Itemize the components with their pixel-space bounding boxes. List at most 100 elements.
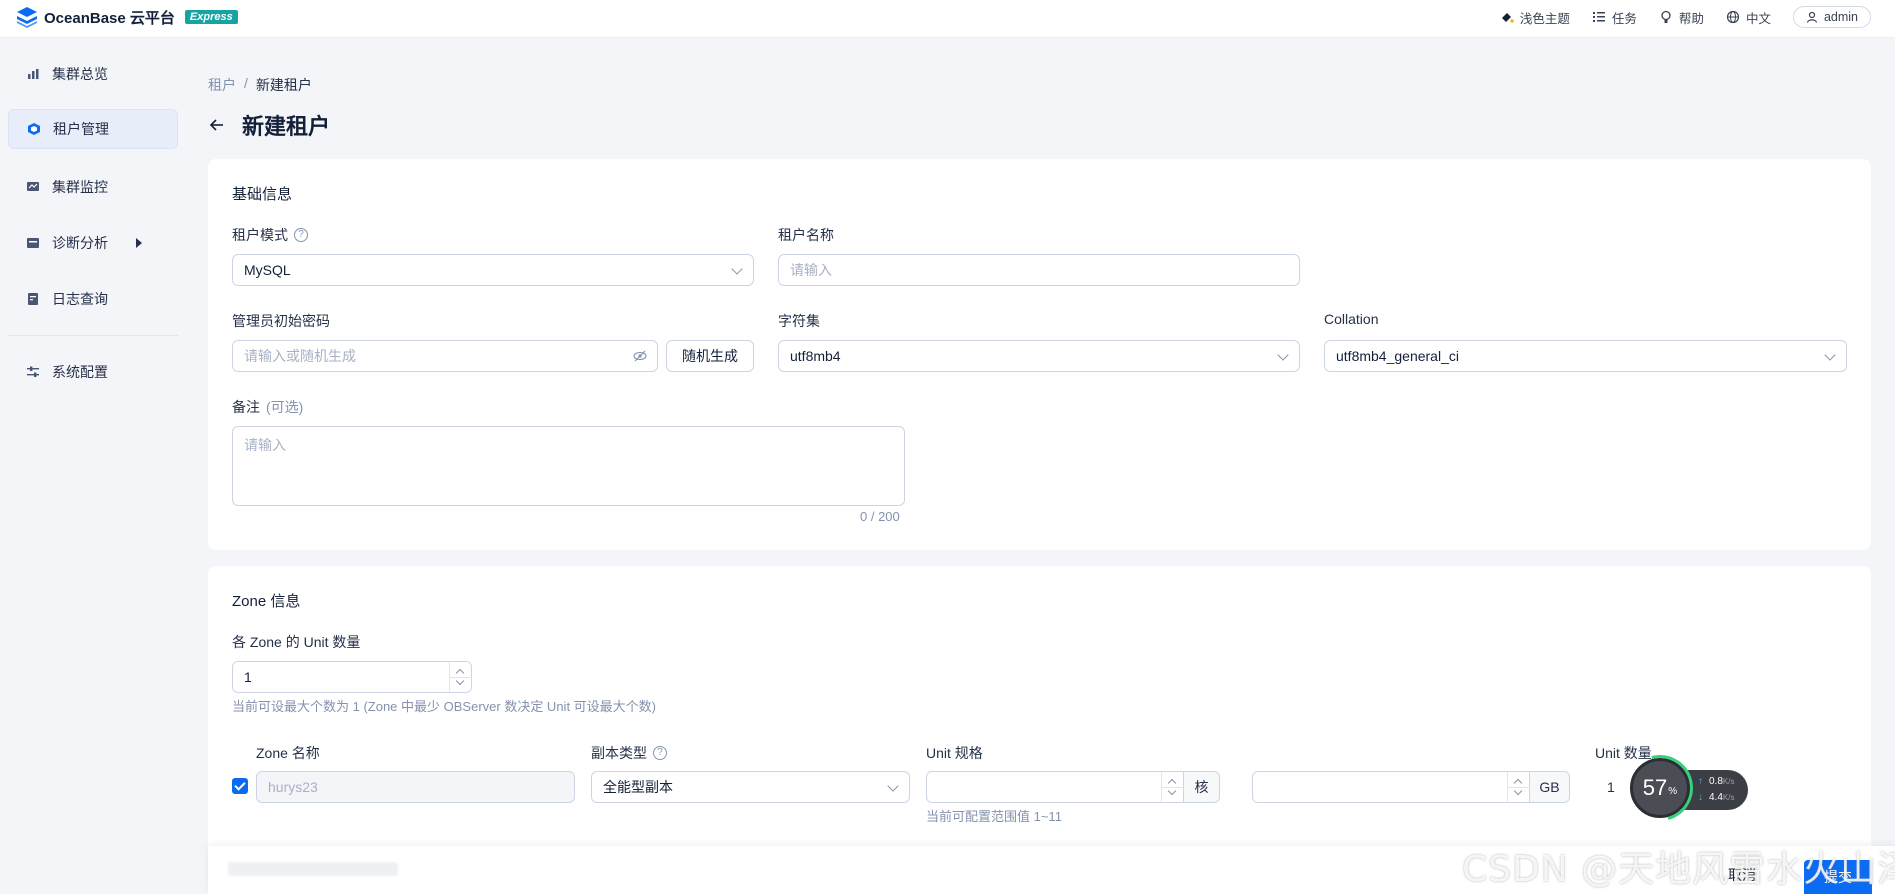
express-badge: Express	[184, 10, 238, 24]
basic-info-title: 基础信息	[232, 186, 293, 203]
arrow-up-icon: ↑	[1698, 776, 1703, 787]
help-link[interactable]: 帮助	[1659, 8, 1704, 27]
list-icon	[1592, 12, 1605, 22]
remark-label: 备注 (可选)	[232, 397, 303, 417]
unit-count-stepper[interactable]: 1	[232, 661, 472, 693]
remark-placeholder: 请输入	[244, 437, 286, 453]
stepper-arrows[interactable]	[1507, 772, 1530, 802]
sidebar-item-system-config[interactable]: 系统配置	[8, 352, 178, 392]
eye-invisible-icon[interactable]	[633, 350, 647, 362]
col-zone-name: Zone 名称	[256, 745, 320, 761]
tenant-name-input[interactable]: 请输入	[778, 254, 1300, 286]
sidebar-item-label: 集群总览	[52, 66, 108, 82]
cube-icon	[28, 123, 40, 135]
zone-info-title: Zone 信息	[232, 593, 301, 610]
arrow-down-icon: ↓	[1698, 792, 1703, 803]
admin-password-placeholder: 请输入或随机生成	[244, 348, 356, 364]
sidebar-item-label: 诊断分析	[52, 235, 108, 251]
random-generate-button[interactable]: 随机生成	[666, 340, 754, 372]
unit-spec-hint: 当前可配置范围值 1~11	[926, 809, 1062, 824]
log-icon	[28, 293, 38, 305]
replica-type-value: 全能型副本	[603, 779, 673, 795]
breadcrumb-parent[interactable]: 租户	[208, 75, 236, 95]
sidebar-item-log-query[interactable]: 日志查询	[8, 279, 178, 319]
tenant-mode-select[interactable]: MySQL	[232, 254, 754, 286]
tasks-link[interactable]: 任务	[1592, 8, 1637, 27]
admin-password-label: 管理员初始密码	[232, 313, 330, 329]
question-circle-icon[interactable]: ?	[653, 746, 667, 760]
page-title: 新建租户	[242, 114, 331, 139]
chevron-down-icon	[887, 780, 899, 792]
stepper-arrows[interactable]	[1161, 772, 1184, 802]
memory-unit-suffix: GB	[1530, 771, 1570, 803]
oceanbase-logo-icon	[17, 7, 37, 28]
chevron-down-icon	[1167, 786, 1177, 796]
unit-count-cell: 1	[1607, 779, 1615, 795]
breadcrumb-separator: /	[244, 75, 248, 91]
sidebar-item-label: 日志查询	[52, 291, 108, 307]
bar-chart-icon	[28, 69, 39, 79]
sidebar-divider	[8, 335, 178, 336]
chevron-down-icon	[455, 676, 465, 686]
monitor-icon	[27, 182, 39, 191]
replica-type-select[interactable]: 全能型副本	[591, 771, 910, 803]
charset-value: utf8mb4	[790, 348, 841, 364]
upload-unit: K/s	[1722, 777, 1735, 786]
sidebar-item-tenant-management[interactable]: 租户管理	[8, 109, 178, 149]
tasks-label: 任务	[1611, 11, 1637, 26]
tenant-mode-value: MySQL	[244, 262, 291, 278]
tenant-name-placeholder: 请输入	[790, 262, 832, 278]
collation-value: utf8mb4_general_ci	[1336, 348, 1459, 364]
chevron-down-icon	[731, 263, 743, 275]
page-header: 新建租户	[208, 109, 330, 141]
chevron-down-icon	[1824, 349, 1836, 361]
tenant-mode-label: 租户模式 ?	[232, 225, 308, 245]
user-icon	[1806, 11, 1818, 23]
stepper-arrows[interactable]	[449, 662, 472, 692]
tenant-mode-label-text: 租户模式	[232, 227, 288, 243]
cpu-input[interactable]	[926, 771, 1184, 803]
breadcrumb-current: 新建租户	[255, 77, 312, 93]
download-unit: K/s	[1722, 793, 1735, 802]
charset-select[interactable]: utf8mb4	[778, 340, 1300, 372]
paint-bucket-icon	[1501, 13, 1514, 23]
remark-counter: 0 / 200	[860, 509, 900, 524]
tenant-name-label: 租户名称	[778, 227, 834, 243]
memory-input[interactable]	[1252, 771, 1530, 803]
remark-optional: (可选)	[266, 399, 304, 415]
language-switch[interactable]: 中文	[1726, 8, 1771, 27]
chevron-down-icon	[1277, 349, 1289, 361]
collation-select[interactable]: utf8mb4_general_ci	[1324, 340, 1847, 372]
zone-name-value: hurys23	[268, 779, 318, 795]
sidebar-item-label: 集群监控	[52, 179, 108, 195]
remark-textarea[interactable]: 请输入	[232, 426, 905, 506]
user-menu[interactable]: admin	[1792, 6, 1871, 28]
logo[interactable]: OceanBase 云平台 Express	[16, 6, 238, 28]
sidebar-item-label: 系统配置	[52, 364, 108, 380]
question-circle-icon[interactable]: ?	[294, 228, 308, 242]
col-replica-type: 副本类型 ?	[591, 743, 667, 763]
unit-count-value: 1	[244, 669, 252, 685]
sidebar-item-cluster-overview[interactable]: 集群总览	[8, 54, 178, 94]
unit-count-label: 各 Zone 的 Unit 数量	[232, 634, 361, 650]
collation-label: Collation	[1324, 311, 1379, 327]
zone-name-input: hurys23	[256, 771, 575, 803]
diagnose-icon	[27, 238, 39, 248]
breadcrumb: 租户 / 新建租户	[208, 75, 312, 95]
admin-password-input[interactable]: 请输入或随机生成	[232, 340, 658, 372]
sidebar-item-cluster-monitor[interactable]: 集群监控	[8, 167, 178, 207]
settings-sliders-icon	[27, 366, 39, 377]
theme-label: 浅色主题	[1519, 11, 1570, 26]
user-name: admin	[1823, 10, 1858, 24]
basic-info-card: 基础信息 租户模式 ? MySQL 租户名称 请输入 管理员初始密码 请输入或随…	[208, 159, 1871, 550]
network-monitor-widget[interactable]: ↑ 0.8K/s ↓ 4.4K/s 57%	[1614, 742, 1748, 834]
col-replica-type-text: 副本类型	[591, 745, 647, 761]
download-rate: 4.4	[1709, 792, 1723, 803]
footer-summary-blurred	[228, 862, 398, 876]
sidebar: 集群总览 租户管理 集群监控 诊断分析 日志查询 系统配置	[0, 38, 186, 894]
theme-switch[interactable]: 浅色主题	[1500, 8, 1570, 27]
zone-row-checkbox[interactable]	[232, 778, 248, 794]
sidebar-item-diagnosis[interactable]: 诊断分析	[8, 223, 178, 263]
back-arrow-icon[interactable]	[208, 116, 226, 134]
top-bar: OceanBase 云平台 Express 浅色主题 任务 帮助 中文 admi…	[0, 0, 1895, 38]
